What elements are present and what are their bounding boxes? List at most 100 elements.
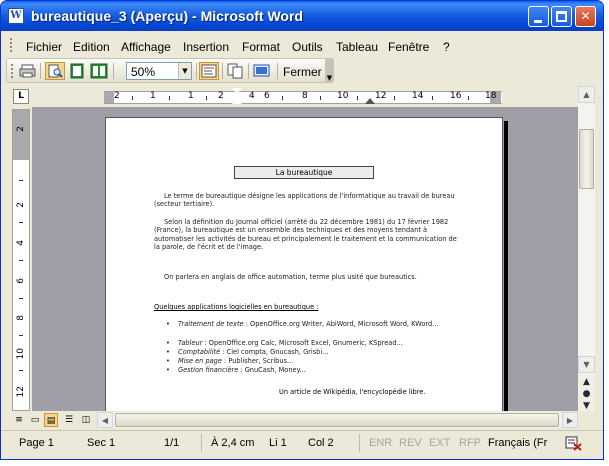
double-down-arrow-icon: ▼ bbox=[583, 401, 590, 411]
document-title: La bureautique bbox=[234, 166, 374, 179]
status-record-macro[interactable]: ENR bbox=[369, 437, 392, 449]
ruler-tick bbox=[19, 370, 23, 371]
list-item: Tableur : OpenOffice.org Calc, Microsoft… bbox=[166, 339, 460, 348]
scroll-up-button[interactable]: ▲ bbox=[578, 86, 595, 103]
menu-fenetre[interactable]: Fenêtre bbox=[388, 40, 429, 54]
bullet-term: Comptabilité bbox=[178, 348, 221, 356]
one-page-button[interactable] bbox=[67, 62, 87, 80]
first-line-indent-marker[interactable] bbox=[232, 88, 242, 94]
outline-view-icon: ☰ bbox=[64, 415, 74, 425]
menu-affichage[interactable]: Affichage bbox=[121, 40, 171, 54]
bullet-text: : Publisher, Scribus... bbox=[221, 357, 294, 365]
ruler-label: 1 bbox=[150, 91, 156, 101]
magnifier-button[interactable] bbox=[45, 62, 65, 80]
minimize-button[interactable] bbox=[528, 6, 549, 27]
print-button[interactable] bbox=[18, 62, 38, 80]
menubar-grip-handle[interactable] bbox=[10, 38, 13, 52]
list-item: Mise en page : Publisher, Scribus... bbox=[166, 357, 460, 366]
maximize-button[interactable] bbox=[551, 6, 572, 27]
bullet-text: : OpenOffice.org Calc, Microsoft Excel, … bbox=[202, 339, 403, 347]
ruler-tick bbox=[19, 222, 23, 223]
status-overtype[interactable]: RFP bbox=[459, 437, 481, 449]
full-screen-button[interactable] bbox=[252, 62, 272, 80]
normal-view-button[interactable]: ≡ bbox=[12, 413, 26, 427]
status-page-count: 1/1 bbox=[164, 437, 180, 449]
ruler-label: 16 bbox=[450, 91, 462, 101]
multiple-pages-button[interactable] bbox=[89, 62, 109, 80]
chevron-down-icon[interactable]: ▼ bbox=[178, 63, 191, 79]
wikipedia-credit: Un article de Wikipédia, l'encyclopédie … bbox=[279, 388, 426, 396]
scroll-down-button[interactable]: ▼ bbox=[578, 356, 595, 373]
arrow-left-icon: ◀ bbox=[101, 416, 109, 425]
web-layout-icon: ▭ bbox=[30, 415, 40, 425]
book-icon: ◫ bbox=[81, 415, 91, 425]
status-track-changes[interactable]: REV bbox=[399, 437, 422, 449]
magnifier-icon bbox=[48, 64, 63, 78]
title-bar[interactable]: W bureautique_3 (Aperçu) - Microsoft Wor… bbox=[1, 1, 603, 31]
bullet-term: Gestion financière bbox=[178, 366, 239, 374]
toolbar-options-chevron-icon[interactable]: ▼ bbox=[325, 59, 334, 82]
horizontal-scroll-thumb[interactable] bbox=[115, 413, 559, 427]
close-window-button[interactable]: ✕ bbox=[575, 6, 596, 27]
zoom-select[interactable]: 50% ▼ bbox=[126, 62, 192, 80]
ruler-tick bbox=[357, 96, 358, 100]
toolbar-separator bbox=[196, 63, 197, 79]
toolbar-grip-handle[interactable] bbox=[11, 64, 14, 78]
ruler-label: 8 bbox=[302, 91, 308, 101]
menu-help[interactable]: ? bbox=[443, 40, 450, 54]
web-layout-button[interactable]: ▭ bbox=[28, 413, 42, 427]
bullet-text: : GnuCash, Money... bbox=[238, 366, 306, 374]
page-shadow bbox=[504, 121, 508, 411]
hanging-indent-marker[interactable] bbox=[232, 98, 242, 104]
right-indent-marker[interactable] bbox=[365, 98, 375, 104]
arrow-up-icon: ▲ bbox=[583, 90, 590, 99]
document-workspace[interactable]: La bureautique Le terme de bureautique d… bbox=[32, 107, 578, 411]
reading-layout-button[interactable]: ◫ bbox=[79, 413, 93, 427]
view-ruler-button[interactable] bbox=[199, 62, 219, 80]
tab-stop-selector[interactable]: L bbox=[13, 89, 29, 104]
spelling-check-icon[interactable] bbox=[565, 435, 583, 451]
list-item: Gestion financière : GnuCash, Money... bbox=[166, 366, 460, 375]
vertical-ruler[interactable]: 2 2 4 6 8 10 12 bbox=[12, 109, 30, 411]
ruler-tick bbox=[432, 96, 433, 100]
menu-outils[interactable]: Outils bbox=[292, 40, 323, 54]
vertical-scrollbar[interactable]: ▲ ▼ ▲ ● ▼ bbox=[578, 86, 595, 415]
zoom-value: 50% bbox=[131, 65, 156, 79]
print-layout-icon: ▤ bbox=[46, 416, 56, 426]
vertical-scroll-thumb[interactable] bbox=[579, 129, 594, 189]
toolbar-separator bbox=[248, 63, 249, 79]
horizontal-scrollbar[interactable]: ◀ ▶ bbox=[97, 412, 578, 428]
bullet-text: : Ciel compta, Gnucash, Grisbi... bbox=[220, 348, 329, 356]
maximize-icon bbox=[556, 11, 567, 22]
ruler-label: 14 bbox=[412, 91, 424, 101]
print-layout-button[interactable]: ▤ bbox=[44, 413, 58, 427]
menu-format[interactable]: Format bbox=[242, 40, 280, 54]
scroll-left-button[interactable]: ◀ bbox=[97, 412, 113, 428]
menu-tableau[interactable]: Tableau bbox=[336, 40, 378, 54]
ruler-tick bbox=[169, 96, 170, 100]
view-and-hscroll-row: ≡ ▭ ▤ ☰ ◫ ◀ ▶ bbox=[1, 411, 603, 429]
applications-subtitle: Quelques applications logicielles en bur… bbox=[154, 303, 319, 311]
ruler-label: 12 bbox=[16, 386, 26, 398]
ruler-label: 6 bbox=[16, 278, 26, 284]
single-page-icon bbox=[70, 63, 84, 79]
outline-view-button[interactable]: ☰ bbox=[62, 413, 76, 427]
menu-insertion[interactable]: Insertion bbox=[183, 40, 229, 54]
book-spelling-icon bbox=[565, 436, 582, 451]
close-icon: ✕ bbox=[580, 9, 591, 23]
menu-edition[interactable]: Edition bbox=[73, 40, 110, 54]
word-app-icon[interactable]: W bbox=[8, 8, 24, 24]
minimize-icon bbox=[534, 20, 542, 23]
menu-fichier[interactable]: Fichier bbox=[26, 40, 62, 54]
list-item: Traitement de texte : OpenOffice.org Wri… bbox=[166, 320, 460, 329]
horizontal-ruler[interactable]: 2 1 1 2 4 6 8 10 12 14 16 18 bbox=[104, 88, 502, 104]
close-preview-button[interactable]: Fermer bbox=[283, 65, 322, 79]
normal-view-icon: ≡ bbox=[15, 415, 23, 425]
document-page[interactable]: La bureautique Le terme de bureautique d… bbox=[105, 117, 503, 411]
status-language[interactable]: Français (Fr bbox=[488, 437, 547, 449]
shrink-to-fit-button[interactable] bbox=[225, 62, 245, 80]
arrow-down-icon: ▼ bbox=[583, 360, 590, 369]
status-extend[interactable]: EXT bbox=[429, 437, 450, 449]
scroll-right-button[interactable]: ▶ bbox=[562, 412, 578, 428]
status-section: Sec 1 bbox=[87, 437, 116, 449]
